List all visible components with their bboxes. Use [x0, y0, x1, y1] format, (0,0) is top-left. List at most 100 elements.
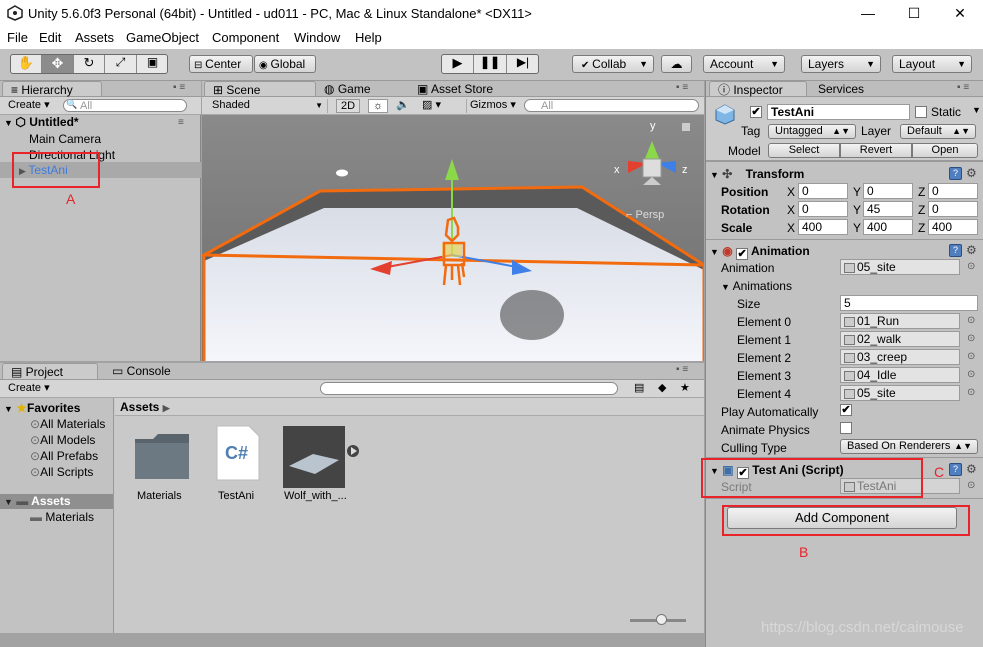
object-picker-icon[interactable]: ⊙: [967, 333, 975, 344]
global-toggle-button[interactable]: ◉ Global: [254, 55, 316, 73]
object-name-input[interactable]: TestAni: [767, 104, 910, 120]
panel-menu-icon[interactable]: ▪ ≡: [676, 364, 688, 375]
scene-menu-icon[interactable]: ≡: [178, 117, 184, 128]
object-picker-icon[interactable]: ⊙: [967, 261, 975, 272]
create-dropdown[interactable]: Create ▾: [8, 382, 50, 396]
object-picker-icon[interactable]: ⊙: [967, 351, 975, 362]
scale-z-input[interactable]: 400: [928, 219, 978, 235]
scale-x-input[interactable]: 400: [798, 219, 848, 235]
maximize-button[interactable]: ☐: [891, 0, 937, 27]
element-field[interactable]: 05_site: [840, 385, 960, 401]
position-y-input[interactable]: 0: [863, 183, 913, 199]
model-preview-icon[interactable]: [283, 426, 359, 488]
favorite-item[interactable]: ⊙All Scripts: [30, 465, 93, 479]
model-select-button[interactable]: Select: [768, 143, 840, 158]
menu-edit[interactable]: Edit: [39, 30, 61, 45]
panel-menu-icon[interactable]: ▪ ≡: [957, 82, 969, 93]
assets-folder[interactable]: ▼ ▬ Assets: [4, 494, 71, 508]
transform-header[interactable]: ▼ ✣ Transform: [710, 167, 804, 181]
panel-menu-icon[interactable]: ▪ ≡: [676, 82, 688, 93]
shading-dropdown[interactable]: Shaded ▼: [212, 99, 328, 113]
filter-label-icon[interactable]: ◆: [658, 382, 666, 396]
object-picker-icon[interactable]: ⊙: [967, 315, 975, 326]
layers-dropdown[interactable]: Layers ▼: [801, 55, 881, 73]
assets-subfolder[interactable]: ▬ Materials: [30, 510, 94, 524]
asset-label[interactable]: Wolf_with_...: [284, 490, 347, 502]
hierarchy-search-input[interactable]: All: [63, 99, 187, 112]
scene-root[interactable]: ▼ ⬡ Untitled*: [4, 115, 79, 129]
star-filter-icon[interactable]: ★: [680, 382, 690, 396]
help-icon[interactable]: ?: [949, 463, 962, 476]
account-dropdown[interactable]: Account ▼: [703, 55, 785, 73]
gear-icon[interactable]: ⚙: [966, 166, 977, 180]
culling-type-dropdown[interactable]: Based On Renderers ▲▼: [840, 439, 978, 454]
play-icon[interactable]: ▶: [442, 55, 474, 73]
step-icon[interactable]: ▶|: [507, 55, 539, 73]
object-picker-icon[interactable]: ⊙: [967, 369, 975, 380]
audio-toggle-icon[interactable]: 🔈: [396, 99, 410, 113]
asset-label[interactable]: TestAni: [218, 490, 254, 502]
mode-2d-toggle[interactable]: 2D: [336, 99, 360, 113]
move-tool-icon[interactable]: ✥: [42, 55, 74, 73]
tag-dropdown[interactable]: Untagged ▲▼: [768, 124, 856, 139]
element-field[interactable]: 04_Idle: [840, 367, 960, 383]
project-search-input[interactable]: [320, 382, 618, 395]
animation-header[interactable]: ▼ ◉ ✔ Animation: [710, 244, 810, 260]
element-field[interactable]: 01_Run: [840, 313, 960, 329]
lock-icon[interactable]: [682, 123, 690, 131]
asset-label[interactable]: Materials: [137, 490, 182, 502]
gear-icon[interactable]: ⚙: [966, 243, 977, 257]
model-open-button[interactable]: Open: [912, 143, 978, 158]
position-x-input[interactable]: 0: [798, 183, 848, 199]
menu-component[interactable]: Component: [212, 30, 279, 45]
pivot-center-button[interactable]: ⊟ Center: [189, 55, 253, 73]
animations-label[interactable]: ▼ Animations: [721, 279, 792, 293]
panel-menu-icon[interactable]: ▪ ≡: [173, 82, 185, 93]
rotate-tool-icon[interactable]: ↻: [74, 55, 105, 73]
scale-y-input[interactable]: 400: [863, 219, 913, 235]
effects-dropdown-icon[interactable]: ▨ ▾: [422, 99, 441, 113]
favorite-item[interactable]: ⊙All Models: [30, 433, 95, 447]
create-dropdown[interactable]: Create ▾: [8, 99, 50, 113]
element-field[interactable]: 03_creep: [840, 349, 960, 365]
collab-button[interactable]: ✔ Collab ▼: [572, 55, 654, 73]
rotation-x-input[interactable]: 0: [798, 201, 848, 217]
tab-asset-store[interactable]: ▣ Asset Store: [409, 81, 519, 96]
perspective-label[interactable]: ⌐ Persp: [626, 209, 664, 221]
favorite-item[interactable]: ⊙All Materials: [30, 417, 105, 431]
play-automatically-checkbox[interactable]: ✔: [840, 404, 852, 416]
object-picker-icon[interactable]: ⊙: [967, 387, 975, 398]
scale-tool-icon[interactable]: ⤢: [105, 55, 137, 73]
list-item[interactable]: Main Camera: [29, 132, 101, 146]
gizmos-dropdown[interactable]: Gizmos ▾: [466, 99, 516, 113]
close-button[interactable]: ✕: [937, 0, 983, 27]
zoom-slider-thumb[interactable]: [656, 614, 667, 625]
tab-services[interactable]: Services: [810, 81, 890, 96]
tab-scene[interactable]: ⊞ Scene: [204, 81, 316, 97]
minimize-button[interactable]: —: [845, 0, 891, 27]
size-input[interactable]: 5: [840, 295, 978, 311]
scene-viewport[interactable]: y x z ⌐ Persp: [202, 115, 704, 361]
pause-icon[interactable]: ❚❚: [474, 55, 507, 73]
help-icon[interactable]: ?: [949, 167, 962, 180]
breadcrumb-assets[interactable]: Assets ▶: [120, 400, 170, 414]
hand-tool-icon[interactable]: ✋: [11, 55, 42, 73]
lighting-toggle-icon[interactable]: ☼: [368, 99, 388, 113]
help-icon[interactable]: ?: [949, 244, 962, 257]
scene-search-input[interactable]: All: [524, 99, 699, 112]
favorites-header[interactable]: ▼ ★Favorites: [4, 401, 80, 415]
layer-dropdown[interactable]: Default ▲▼: [900, 124, 976, 139]
menu-gameobject[interactable]: GameObject: [126, 30, 199, 45]
menu-assets[interactable]: Assets: [75, 30, 114, 45]
tab-project[interactable]: ▤ Project: [2, 363, 98, 379]
folder-icon[interactable]: [133, 431, 191, 481]
favorite-item[interactable]: ⊙All Prefabs: [30, 449, 98, 463]
animation-field[interactable]: 05_site: [840, 259, 960, 275]
rect-tool-icon[interactable]: ▣: [137, 55, 168, 73]
layout-dropdown[interactable]: Layout ▼: [892, 55, 972, 73]
animate-physics-checkbox[interactable]: [840, 422, 852, 434]
tab-console[interactable]: ▭ Console: [104, 363, 194, 379]
active-checkbox[interactable]: ✔: [750, 106, 762, 118]
menu-file[interactable]: File: [7, 30, 28, 45]
gear-icon[interactable]: ⚙: [966, 462, 977, 476]
